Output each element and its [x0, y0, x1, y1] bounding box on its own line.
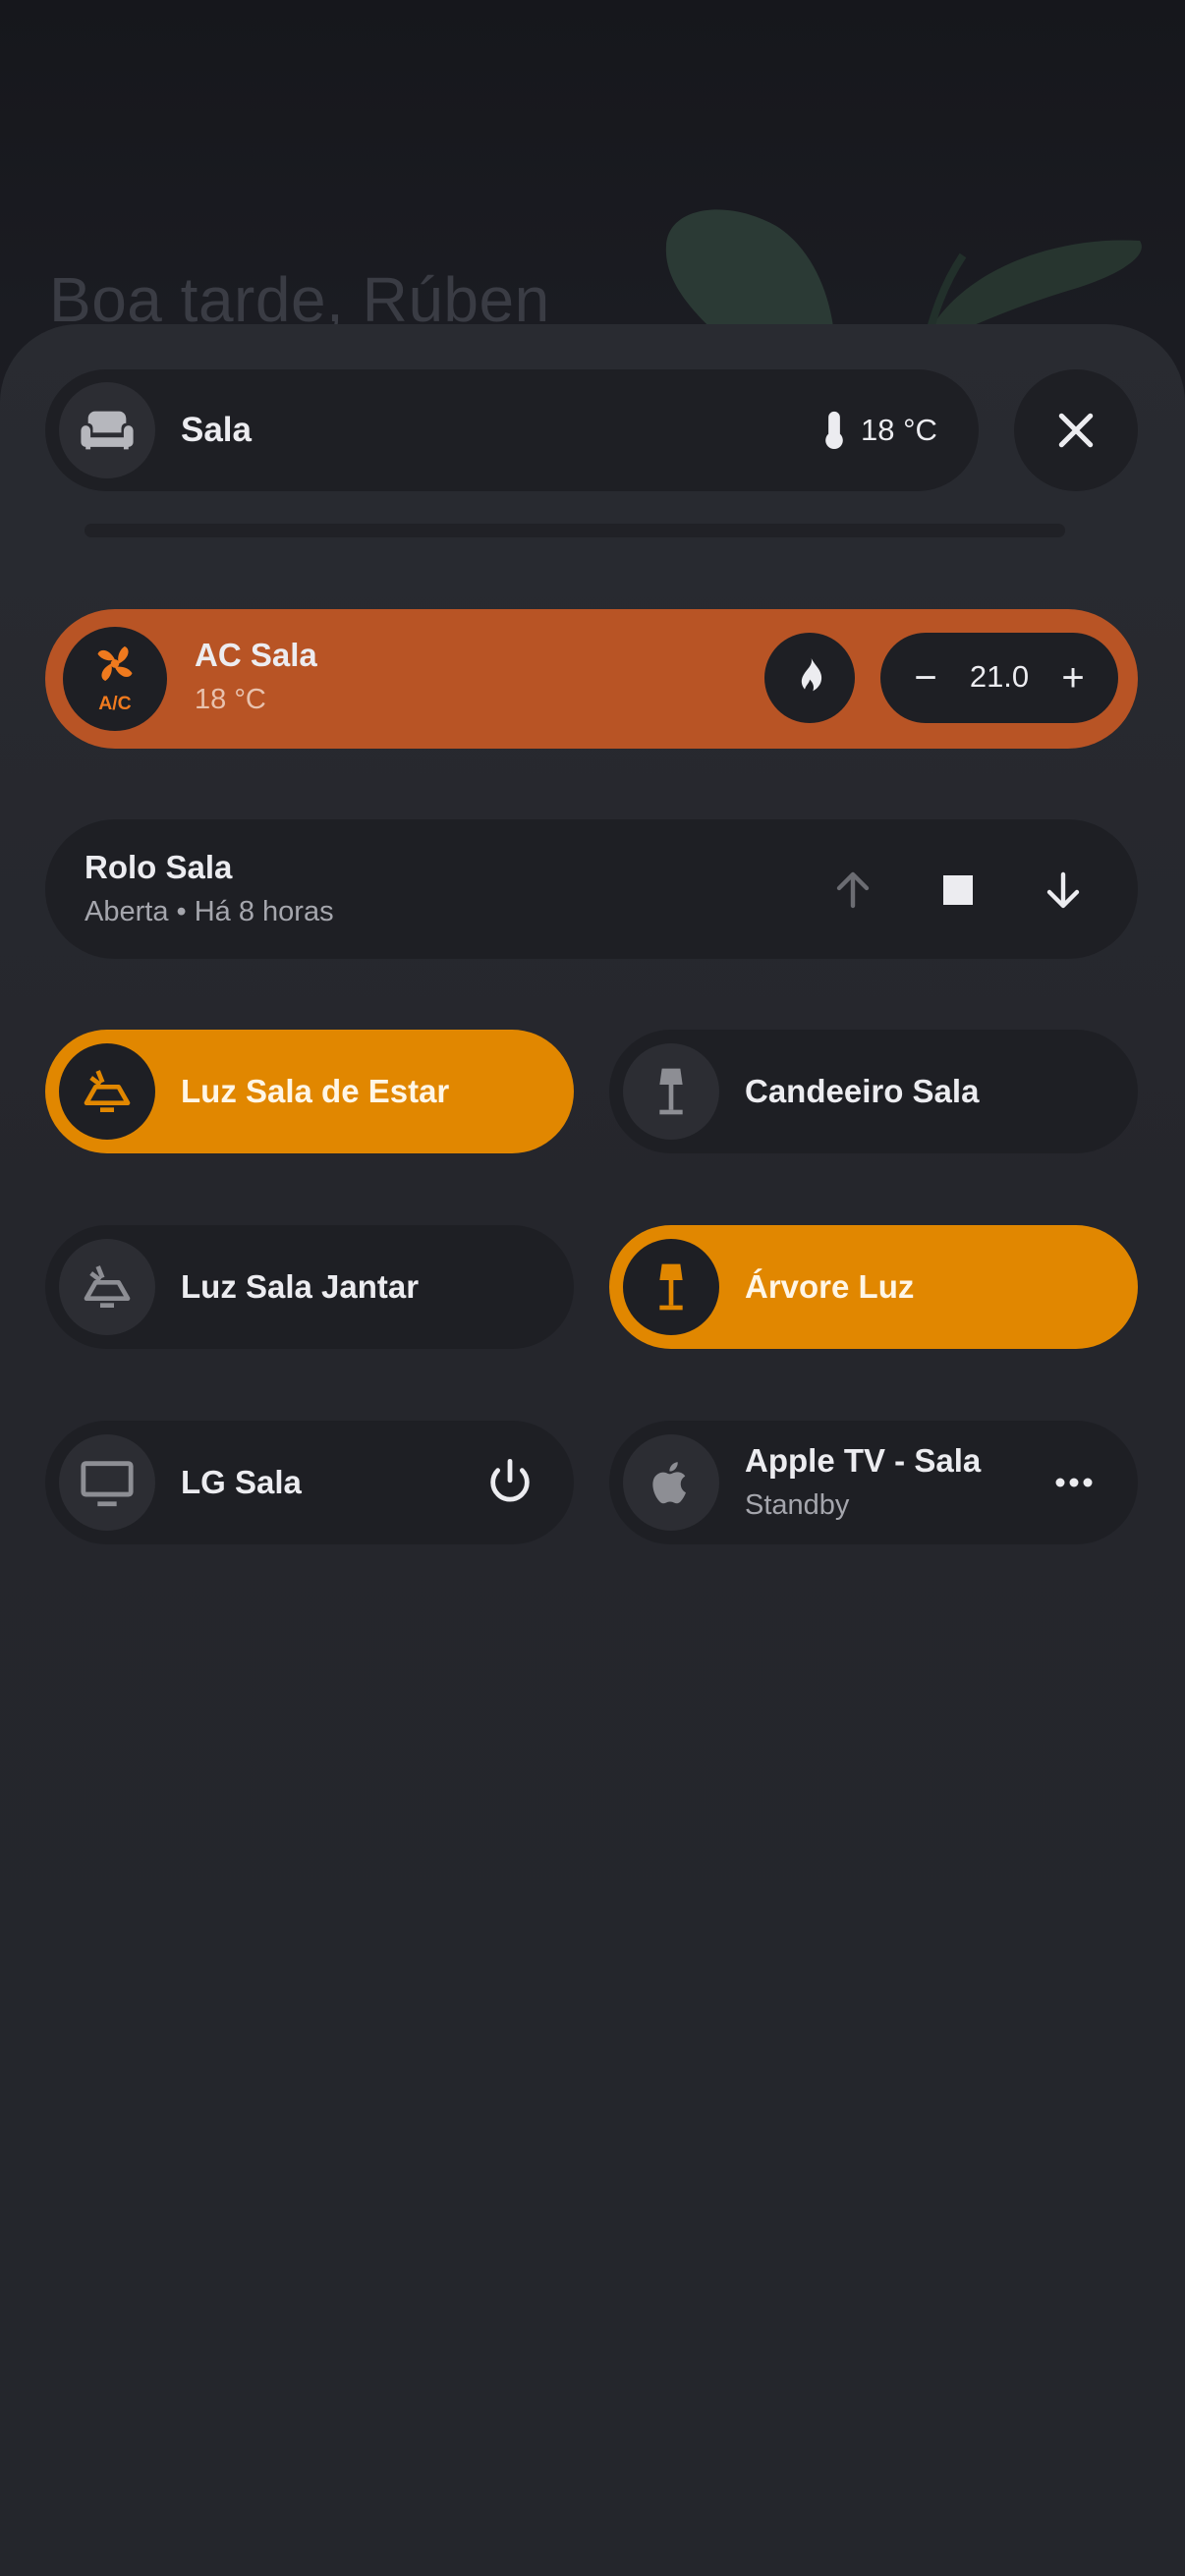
- cover-name: Rolo Sala: [85, 849, 233, 885]
- climate-current-temp: 18 °C: [195, 684, 266, 715]
- tile-label: Árvore Luz: [745, 1268, 915, 1305]
- temperature-stepper[interactable]: − 21.0 +: [880, 633, 1118, 723]
- fire-icon: [801, 658, 822, 692]
- room-name: Sala: [181, 411, 252, 449]
- tile-candeeiro-sala[interactable]: Candeeiro Sala: [609, 1030, 1138, 1153]
- tile-state: Standby: [745, 1489, 850, 1521]
- tile-arvore-luz[interactable]: Árvore Luz: [609, 1225, 1138, 1349]
- climate-card[interactable]: A/C AC Sala 18 °C − 21.0 +: [45, 609, 1138, 749]
- room-header[interactable]: Sala 18 °C: [45, 369, 979, 491]
- more-icon: [1055, 1478, 1093, 1487]
- room-temperature: 18 °C: [861, 413, 937, 447]
- tile-label: LG Sala: [181, 1464, 302, 1500]
- cover-open-button[interactable]: [818, 855, 888, 925]
- cover-state: Aberta • Há 8 horas: [85, 896, 334, 927]
- close-icon: [1058, 413, 1094, 448]
- svg-text:A/C: A/C: [98, 693, 131, 713]
- sofa-icon: [59, 382, 155, 478]
- tile-lg-sala[interactable]: LG Sala: [45, 1421, 574, 1544]
- cover-card[interactable]: Rolo Sala Aberta • Há 8 horas: [45, 819, 1138, 959]
- floor-lamp-icon: [623, 1239, 719, 1335]
- tile-luz-sala-jantar[interactable]: Luz Sala Jantar: [45, 1225, 574, 1349]
- tile-apple-tv-sala[interactable]: Apple TV - Sala Standby: [609, 1421, 1138, 1544]
- stop-icon: [943, 875, 973, 905]
- climate-name: AC Sala: [195, 637, 317, 673]
- tile-label: Candeeiro Sala: [745, 1073, 980, 1109]
- hvac-mode-button[interactable]: [764, 633, 855, 723]
- close-button[interactable]: [1014, 369, 1138, 491]
- power-icon: [490, 1458, 530, 1502]
- ceiling-light-icon: [59, 1043, 155, 1140]
- tile-label: Luz Sala de Estar: [181, 1073, 450, 1109]
- increase-button[interactable]: +: [1047, 652, 1099, 703]
- tile-title: Apple TV - Sala: [745, 1442, 982, 1479]
- more-button[interactable]: [1042, 1450, 1106, 1515]
- ac-icon: A/C: [63, 627, 167, 731]
- ceiling-light-icon: [59, 1239, 155, 1335]
- tile-luz-sala-de-estar[interactable]: Luz Sala de Estar: [45, 1030, 574, 1153]
- tv-icon: [59, 1434, 155, 1531]
- apple-icon: [623, 1434, 719, 1531]
- floor-lamp-icon: [623, 1043, 719, 1140]
- cover-close-button[interactable]: [1028, 855, 1099, 925]
- sheet-divider: [85, 524, 1065, 537]
- decrease-button[interactable]: −: [900, 652, 951, 703]
- tile-label: Luz Sala Jantar: [181, 1268, 420, 1305]
- thermometer-icon: [817, 409, 852, 457]
- arrow-up-icon: [836, 871, 870, 909]
- setpoint-value: 21.0: [969, 659, 1030, 694]
- arrow-down-icon: [1046, 871, 1080, 909]
- cover-stop-button[interactable]: [923, 855, 993, 925]
- power-button[interactable]: [478, 1450, 542, 1515]
